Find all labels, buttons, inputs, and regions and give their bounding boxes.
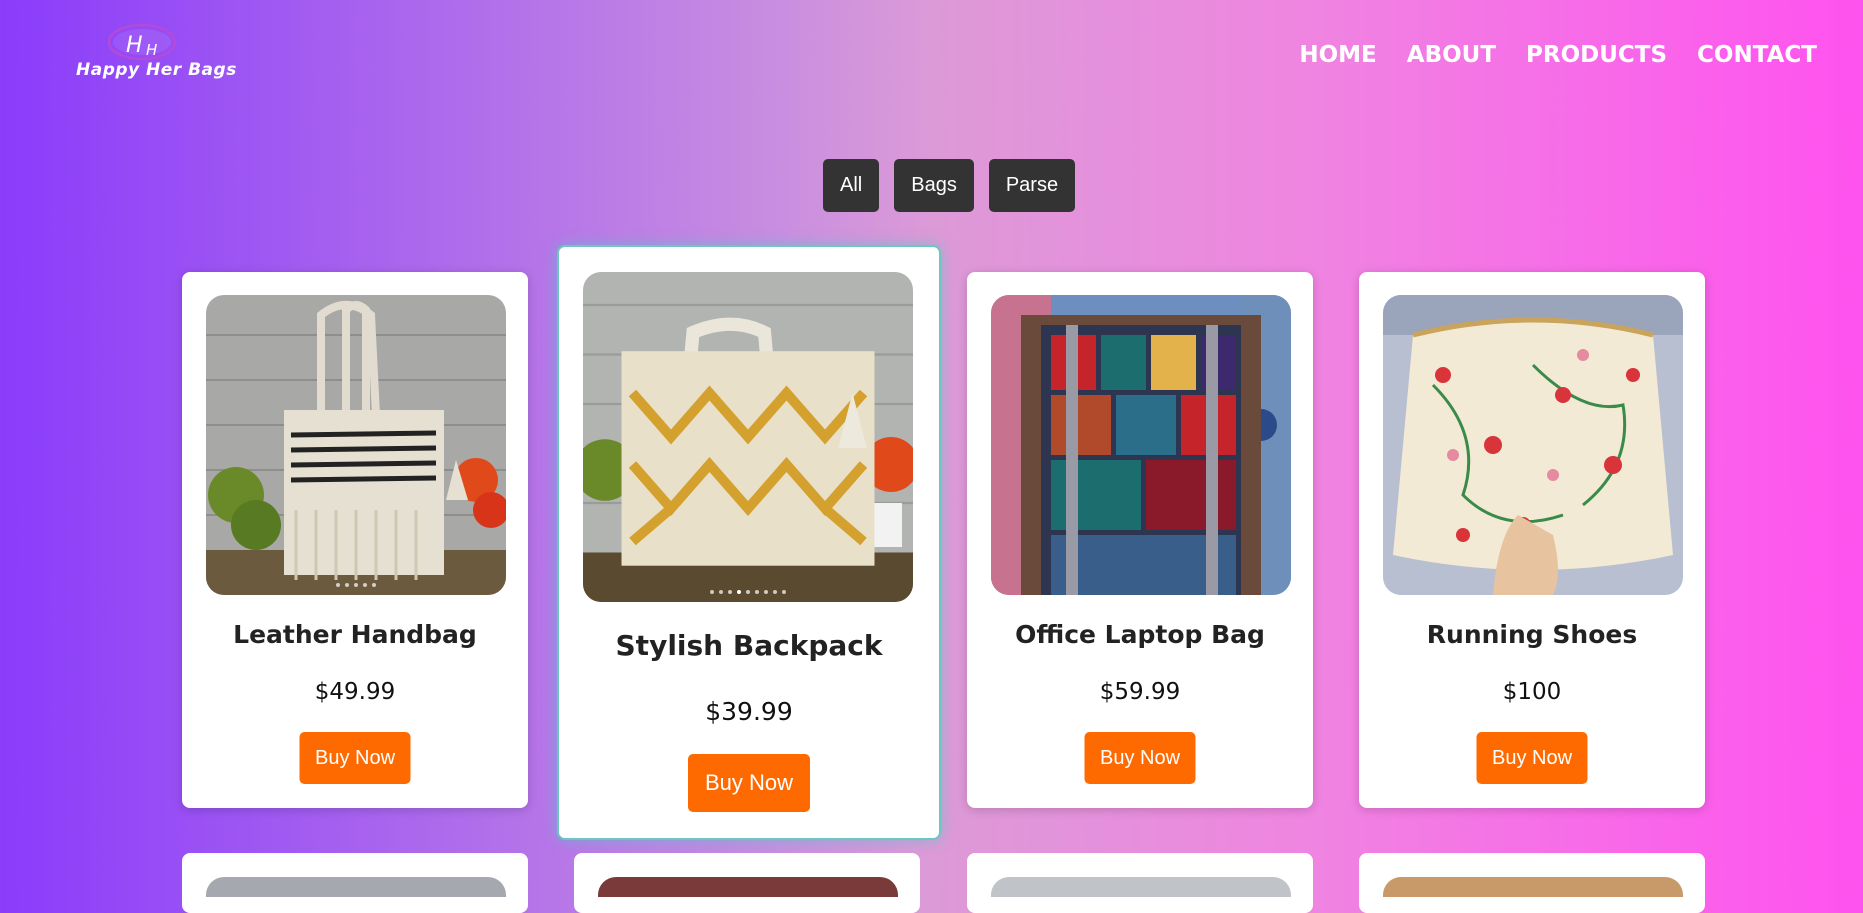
buy-now-button[interactable]: Buy Now: [1084, 732, 1196, 784]
nav-about[interactable]: ABOUT: [1407, 42, 1496, 68]
product-image[interactable]: [1383, 295, 1683, 595]
nav-products[interactable]: PRODUCTS: [1526, 42, 1667, 68]
product-card[interactable]: [1359, 853, 1705, 913]
svg-text:H: H: [126, 33, 143, 58]
product-name: Office Laptop Bag: [1015, 620, 1265, 649]
product-image[interactable]: [583, 272, 913, 602]
nav-home[interactable]: HOME: [1299, 42, 1376, 68]
category-filters: All Bags Parse: [823, 159, 1076, 212]
buy-now-button[interactable]: Buy Now: [1476, 732, 1588, 784]
product-card[interactable]: Leather Handbag $49.99 Buy Now: [182, 272, 528, 808]
product-price: $59.99: [1099, 679, 1181, 705]
brand-logo[interactable]: H H Happy Her Bags: [76, 22, 238, 82]
product-price: $100: [1502, 679, 1562, 705]
buy-now-button[interactable]: Buy Now: [299, 732, 411, 784]
product-card[interactable]: Office Laptop Bag $59.99 Buy Now: [967, 272, 1313, 808]
product-name: Running Shoes: [1426, 620, 1638, 649]
product-card[interactable]: [967, 853, 1313, 913]
product-price: $39.99: [705, 697, 793, 726]
main-nav: HOME ABOUT PRODUCTS CONTACT: [1299, 42, 1817, 68]
filter-all-button[interactable]: All: [823, 159, 880, 212]
logo-text: Happy Her Bags: [76, 60, 237, 80]
product-image[interactable]: [206, 877, 506, 897]
product-image[interactable]: [991, 295, 1291, 595]
filter-parse-button[interactable]: Parse: [988, 159, 1076, 212]
product-image[interactable]: [598, 877, 898, 897]
product-image[interactable]: [206, 295, 506, 595]
product-price: $49.99: [314, 679, 396, 705]
product-card[interactable]: [182, 853, 528, 913]
product-card[interactable]: Running Shoes $100 Buy Now: [1359, 272, 1705, 808]
product-name: Stylish Backpack: [615, 629, 883, 662]
product-name: Leather Handbag: [233, 620, 477, 649]
product-card[interactable]: [574, 853, 920, 913]
nav-contact[interactable]: CONTACT: [1697, 42, 1817, 68]
filter-bags-button[interactable]: Bags: [894, 159, 974, 212]
buy-now-button[interactable]: Buy Now: [688, 754, 810, 812]
product-card[interactable]: Stylish Backpack $39.99 Buy Now: [557, 245, 941, 840]
svg-text:H: H: [146, 41, 157, 59]
product-image[interactable]: [1383, 877, 1683, 897]
product-image[interactable]: [991, 877, 1291, 897]
logo-monogram-icon: H H: [107, 23, 177, 61]
